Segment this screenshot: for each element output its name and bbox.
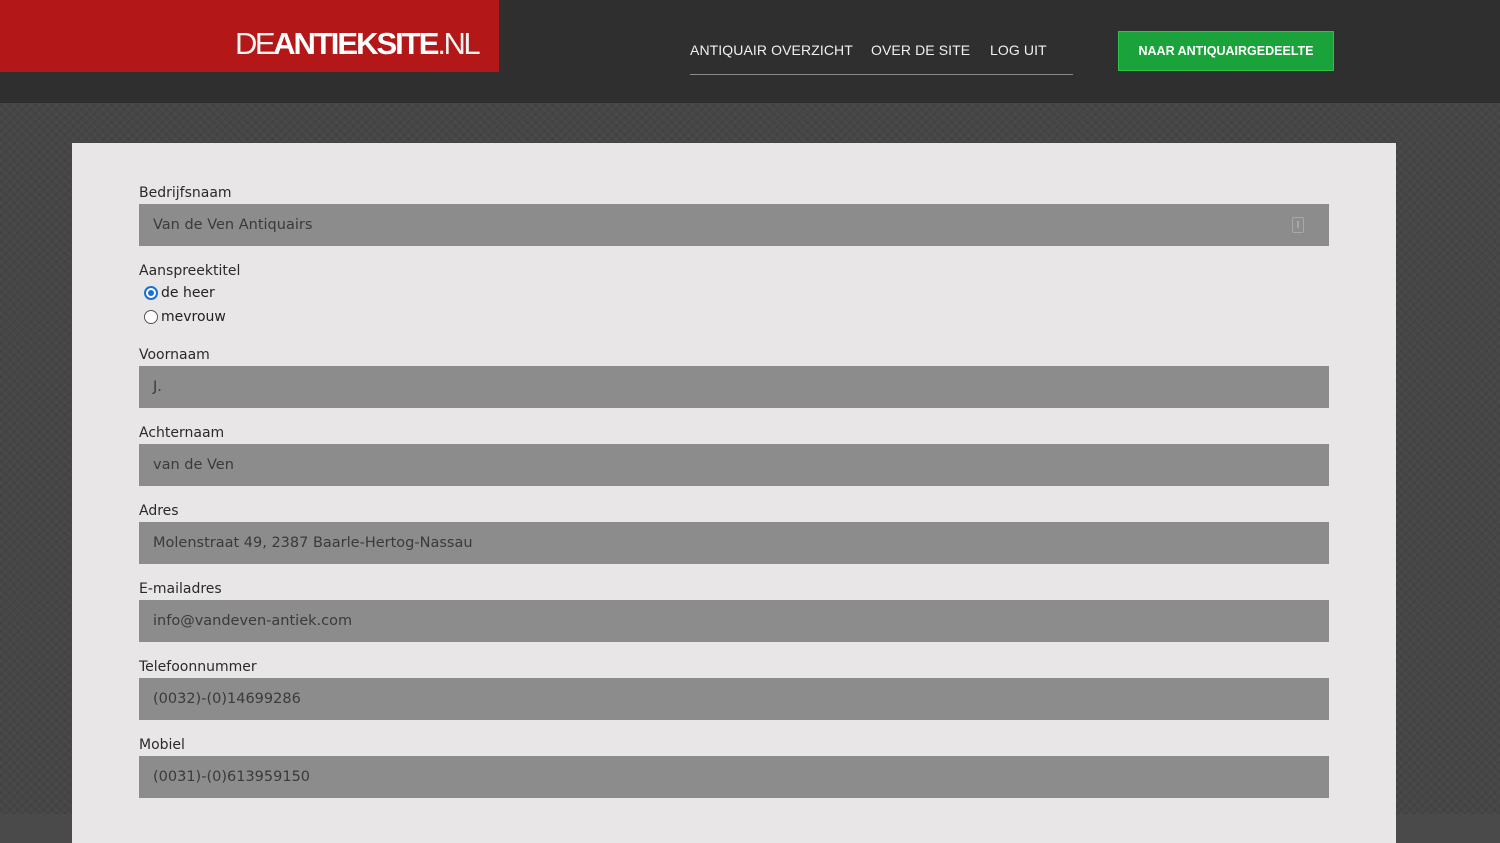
bedrijfsnaam-input[interactable]: Van de Ven Antiquairs	[139, 204, 1329, 246]
telefoonnummer-label: Telefoonnummer	[139, 659, 257, 675]
achternaam-value: van de Ven	[153, 457, 234, 473]
site-logo[interactable]: DEANTIEKSITE.NL	[0, 0, 499, 72]
email-label: E-mailadres	[139, 581, 222, 597]
mobiel-input[interactable]: (0031)-(0)613959150	[139, 756, 1329, 798]
telefoonnummer-input[interactable]: (0032)-(0)14699286	[139, 678, 1329, 720]
nav-log-uit[interactable]: LOG UIT	[990, 42, 1047, 58]
achternaam-input[interactable]: van de Ven	[139, 444, 1329, 486]
voornaam-label: Voornaam	[139, 347, 210, 363]
adres-value: Molenstraat 49, 2387 Baarle-Hertog-Nassa…	[153, 535, 473, 551]
logo-text: DEANTIEKSITE.NL	[235, 26, 481, 62]
radio-de-heer[interactable]	[144, 286, 158, 300]
adres-label: Adres	[139, 503, 179, 519]
mobiel-label: Mobiel	[139, 737, 185, 753]
account-form-panel: Bedrijfsnaam Van de Ven Antiquairs Aansp…	[72, 143, 1396, 843]
nav-antiquair-overzicht[interactable]: ANTIQUAIR OVERZICHT	[690, 42, 853, 58]
site-header: DEANTIEKSITE.NL ANTIQUAIR OVERZICHT OVER…	[0, 0, 1500, 103]
radio-label-mevrouw: mevrouw	[161, 309, 226, 325]
radio-option-de-heer[interactable]: de heer	[144, 283, 215, 303]
email-value: info@vandeven-antiek.com	[153, 613, 353, 629]
radio-mevrouw[interactable]	[144, 310, 158, 324]
logo-part-de: DE	[235, 26, 276, 61]
logo-part-nl: .NL	[437, 26, 480, 61]
bedrijfsnaam-label: Bedrijfsnaam	[139, 185, 232, 201]
voornaam-value: J.	[153, 379, 162, 395]
telefoonnummer-value: (0032)-(0)14699286	[153, 691, 301, 707]
aanspreektitel-label: Aanspreektitel	[139, 263, 241, 279]
achternaam-label: Achternaam	[139, 425, 225, 441]
mobiel-value: (0031)-(0)613959150	[153, 769, 311, 785]
voornaam-input[interactable]: J.	[139, 366, 1329, 408]
password-manager-key-icon[interactable]	[1292, 217, 1304, 233]
nav-over-de-site[interactable]: OVER DE SITE	[871, 42, 970, 58]
main-nav: ANTIQUAIR OVERZICHT OVER DE SITE LOG UIT	[690, 30, 1073, 75]
radio-option-mevrouw[interactable]: mevrouw	[144, 307, 226, 327]
radio-label-de-heer: de heer	[161, 285, 215, 301]
naar-antiquairgedeelte-button[interactable]: NAAR ANTIQUAIRGEDEELTE	[1118, 31, 1334, 71]
email-input[interactable]: info@vandeven-antiek.com	[139, 600, 1329, 642]
logo-part-antieksite: ANTIEKSITE	[273, 26, 439, 61]
bedrijfsnaam-value: Van de Ven Antiquairs	[153, 217, 313, 233]
adres-input[interactable]: Molenstraat 49, 2387 Baarle-Hertog-Nassa…	[139, 522, 1329, 564]
